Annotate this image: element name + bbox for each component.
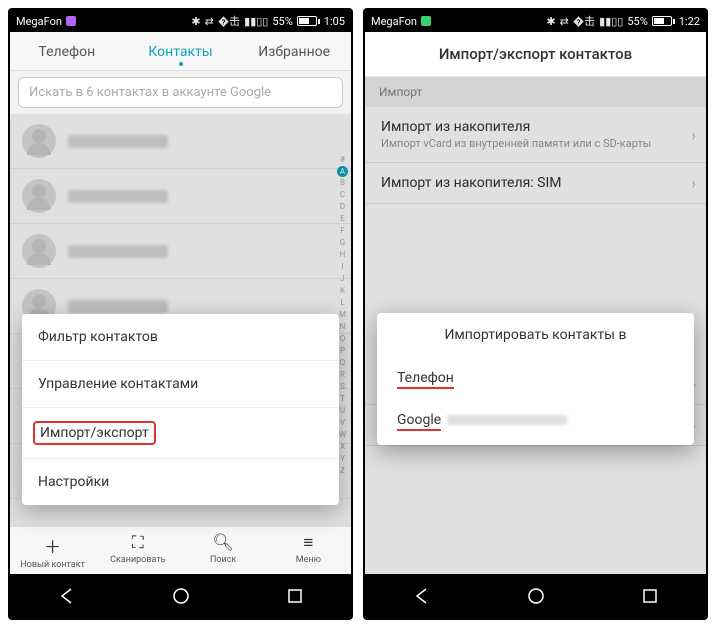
tab-contacts[interactable]: Контакты [124,32,238,70]
import-export-list: Импорт Импорт из накопителя Импорт vCard… [365,77,706,574]
menu-settings[interactable]: Настройки [22,459,339,505]
tabs: Телефон Контакты Избранное [10,32,351,71]
plus-icon: ＋ [10,533,95,558]
dialog-option-google[interactable]: Google [377,399,694,441]
battery-percent: 55% [272,15,292,28]
status-bar: MegaFon ✱ ⇄ �击 ▮▮▯▯ 55% 1:05 [10,10,351,32]
google-account-blurred [447,415,567,425]
nav-back-icon[interactable] [413,587,431,605]
menu-icon: ≡ [266,533,351,553]
sim-icon [421,16,431,26]
battery-icon [297,16,320,26]
signal-icon: ▮▮▯▯ [244,15,268,28]
tab-phone[interactable]: Телефон [10,32,124,70]
battery-icon [652,16,675,26]
action-menu[interactable]: ≡Меню [266,527,351,574]
signal-icon: ▮▮▯▯ [599,15,623,28]
vibrate-icon: ⇄ [205,15,214,28]
nav-recent-icon[interactable] [287,588,303,604]
action-new-contact[interactable]: ＋Новый контакт [10,527,95,574]
bluetooth-icon: ✱ [546,15,555,28]
wifi-icon: �击 [218,13,240,29]
nav-bar [365,574,706,618]
phone-right-importexport: MegaFon ✱ ⇄ �击 ▮▮▯▯ 55% 1:22 Импорт/эксп… [363,8,708,620]
wifi-icon: �击 [573,13,595,29]
clock: 1:22 [679,15,700,28]
nav-home-icon[interactable] [527,587,545,605]
carrier: MegaFon [16,15,76,28]
menu-manage-contacts[interactable]: Управление контактами [22,361,339,408]
sim-icon [66,16,76,26]
menu-import-export[interactable]: Импорт/экспорт [22,408,339,459]
vibrate-icon: ⇄ [560,15,569,28]
contacts-list[interactable]: #ABCDEFGHIJKLMNOPQRSTUVWXYZ Фильтр конта… [10,114,351,526]
status-bar: MegaFon ✱ ⇄ �击 ▮▮▯▯ 55% 1:22 [365,10,706,32]
import-target-dialog: Импортировать контакты в Телефон Google [377,313,694,445]
nav-back-icon[interactable] [58,587,76,605]
action-scan[interactable]: ⛶Сканировать [95,527,180,574]
dialog-title: Импортировать контакты в [377,313,694,357]
clock: 1:05 [324,15,345,28]
overflow-menu: Фильтр контактов Управление контактами И… [22,314,339,505]
bluetooth-icon: ✱ [191,15,200,28]
tab-favorites[interactable]: Избранное [237,32,351,70]
action-search[interactable]: 🔍︎Поиск [181,527,266,574]
dialog-option-phone[interactable]: Телефон [377,357,694,399]
bottom-actions: ＋Новый контакт ⛶Сканировать 🔍︎Поиск ≡Мен… [10,526,351,574]
menu-filter-contacts[interactable]: Фильтр контактов [22,314,339,361]
battery-percent: 55% [627,15,647,28]
phone-left-contacts: MegaFon ✱ ⇄ �击 ▮▮▯▯ 55% 1:05 Телефон Кон… [8,8,353,620]
nav-recent-icon[interactable] [642,588,658,604]
scan-icon: ⛶ [95,533,180,553]
search-input[interactable]: Искать в 6 контактах в аккаунте Google [18,77,343,108]
nav-bar [10,574,351,618]
nav-home-icon[interactable] [172,587,190,605]
carrier: MegaFon [371,15,431,28]
search-icon: 🔍︎ [181,533,266,553]
page-title: Импорт/экспорт контактов [365,32,706,77]
